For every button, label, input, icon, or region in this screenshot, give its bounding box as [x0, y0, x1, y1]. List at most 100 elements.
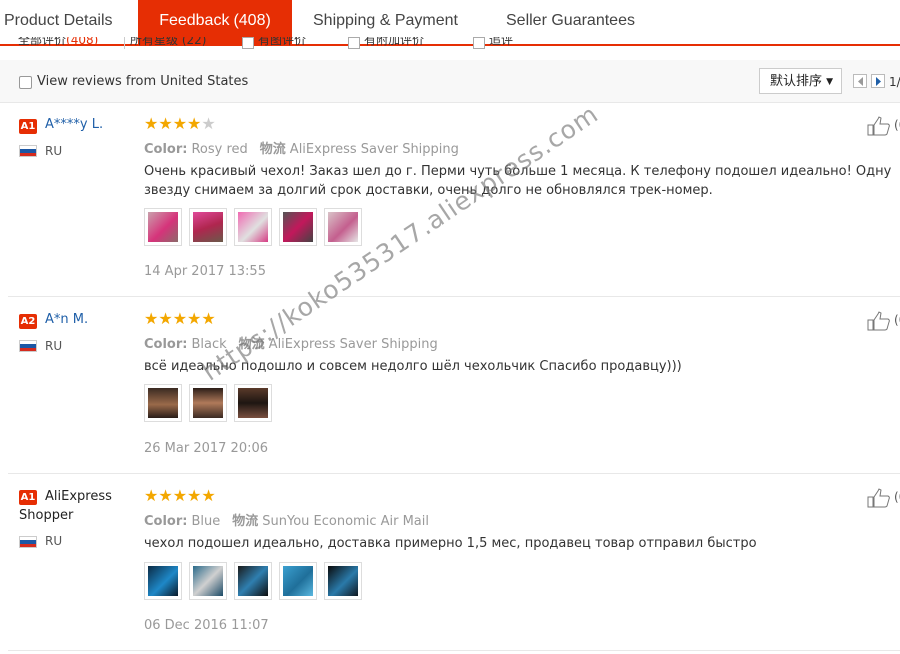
review-photo[interactable] [189, 208, 227, 246]
review-photo[interactable] [144, 562, 182, 600]
review-photos [144, 384, 279, 426]
review-item: A1 AliExpress Shopper RU ★★★★★ Color: Blu… [8, 474, 900, 651]
review-photo[interactable] [234, 562, 272, 600]
like-count: (0 [894, 118, 900, 132]
reviewer-name[interactable]: A*n M. [45, 312, 88, 327]
star-icon: ★ [187, 486, 202, 505]
star-rating: ★★★★★ [144, 116, 216, 132]
review-photo[interactable] [279, 208, 317, 246]
chevron-left-icon [858, 77, 863, 86]
review-item: A1 A****y L. RU ★★★★★ Color: Rosy red 物流 Al… [8, 102, 900, 297]
filter-checkbox[interactable] [348, 37, 360, 49]
reviewer-name[interactable]: A****y L. [45, 117, 103, 132]
star-icon: ★ [172, 309, 188, 328]
review-date: 26 Mar 2017 20:06 [144, 441, 269, 456]
reviewer-name[interactable]: AliExpress Shopper [19, 487, 119, 525]
star-icon: ★ [158, 309, 173, 328]
star-icon: ★ [201, 309, 216, 328]
logistics-value: AliExpress Saver Shipping [268, 337, 438, 352]
review-photo[interactable] [144, 208, 182, 246]
buyer-level-badge: A2 [19, 314, 37, 329]
russia-flag-icon [19, 536, 37, 548]
star-icon: ★ [144, 486, 159, 505]
thumbs-up-icon[interactable] [867, 488, 893, 508]
color-value: Rosy red [191, 142, 248, 157]
sort-label: 默认排序 [770, 74, 823, 89]
view-us-checkbox[interactable] [19, 76, 32, 89]
page-indicator: 1/ [889, 75, 900, 89]
logistics-value: AliExpress Saver Shipping [289, 142, 459, 157]
prev-page-button[interactable] [853, 74, 867, 88]
review-text: чехол подошел идеально, доставка примерн… [144, 536, 757, 551]
star-icon: ★ [144, 309, 159, 328]
tab-label: Product Details [4, 12, 113, 29]
like-count: (0 [894, 313, 900, 327]
like-count: (0 [894, 490, 900, 504]
tab-label: Feedback [159, 12, 230, 29]
filter-with-photos[interactable]: 有图评价 [258, 37, 306, 48]
review-photos [144, 562, 369, 604]
review-photo[interactable] [279, 562, 317, 600]
review-photo[interactable] [234, 208, 272, 246]
review-photo[interactable] [189, 562, 227, 600]
reviewer-country: RU [45, 144, 63, 158]
chevron-right-icon [876, 77, 881, 86]
filter-checkbox[interactable] [242, 37, 254, 49]
view-us-label[interactable]: View reviews from United States [37, 74, 248, 89]
filter-all-count: (408) [66, 37, 99, 47]
review-attributes: Color: Black 物流 AliExpress Saver Shipping [144, 333, 438, 352]
review-photo[interactable] [189, 384, 227, 422]
review-photo[interactable] [324, 562, 362, 600]
filter-all-label: 全部评价 [18, 37, 67, 47]
star-rating: ★★★★★ [144, 311, 216, 327]
review-photo[interactable] [234, 384, 272, 422]
star-icon: ★ [172, 114, 188, 133]
star-icon: ★ [187, 114, 202, 133]
color-label: Color: [144, 337, 188, 352]
logistics-label: 物流 [232, 514, 259, 529]
buyer-level-badge: A1 [19, 119, 37, 134]
star-icon: ★ [158, 114, 173, 133]
review-options-bar: View reviews from United States 默认排序 ▼ 1… [0, 60, 900, 103]
next-page-button[interactable] [871, 74, 885, 88]
review-item: A2 A*n M. RU ★★★★★ Color: Black 物流 AliExpre… [8, 297, 900, 474]
russia-flag-icon [19, 145, 37, 157]
color-value: Black [191, 337, 227, 352]
tab-label: Seller Guarantees [506, 12, 635, 29]
review-text: Очень красивый чехол! Заказ шел до г. Пе… [144, 164, 892, 198]
star-empty-icon: ★ [201, 114, 216, 133]
reviewer-country: RU [45, 339, 63, 353]
review-photo[interactable] [324, 208, 362, 246]
review-text: всё идеально подошло и совсем недолго шё… [144, 359, 682, 374]
tab-label: Shipping & Payment [313, 12, 458, 29]
logistics-label: 物流 [259, 142, 286, 157]
star-icon: ★ [144, 114, 159, 133]
star-rating: ★★★★★ [144, 488, 216, 504]
feedback-count: (408) [233, 12, 271, 29]
thumbs-up-icon[interactable] [867, 311, 893, 331]
filter-row: 全部评价(408) 所有星级 (22) 有图评价 有附加评价 追评 [18, 37, 558, 49]
star-icon: ★ [158, 486, 173, 505]
review-date: 06 Dec 2016 11:07 [144, 618, 269, 633]
review-attributes: Color: Blue 物流 SunYou Economic Air Mail [144, 510, 429, 529]
filter-divider [124, 37, 125, 49]
russia-flag-icon [19, 340, 37, 352]
star-icon: ★ [172, 486, 188, 505]
color-label: Color: [144, 514, 188, 529]
thumbs-up-icon[interactable] [867, 116, 893, 136]
filter-all[interactable]: 全部评价(408) [18, 37, 98, 48]
logistics-value: SunYou Economic Air Mail [262, 514, 429, 529]
logistics-label: 物流 [238, 337, 265, 352]
filter-additional[interactable]: 有附加评价 [364, 37, 424, 48]
filter-followup[interactable]: 追评 [489, 37, 513, 48]
sort-dropdown[interactable]: 默认排序 ▼ [759, 68, 842, 94]
reviewer-country: RU [45, 534, 63, 548]
color-label: Color: [144, 142, 188, 157]
review-photo[interactable] [144, 384, 182, 422]
star-icon: ★ [187, 309, 202, 328]
review-attributes: Color: Rosy red 物流 AliExpress Saver Shippin… [144, 138, 459, 157]
filter-star-level[interactable]: 所有星级 (22) [130, 37, 206, 48]
color-value: Blue [191, 514, 221, 529]
review-photos [144, 208, 369, 250]
filter-checkbox[interactable] [473, 37, 485, 49]
